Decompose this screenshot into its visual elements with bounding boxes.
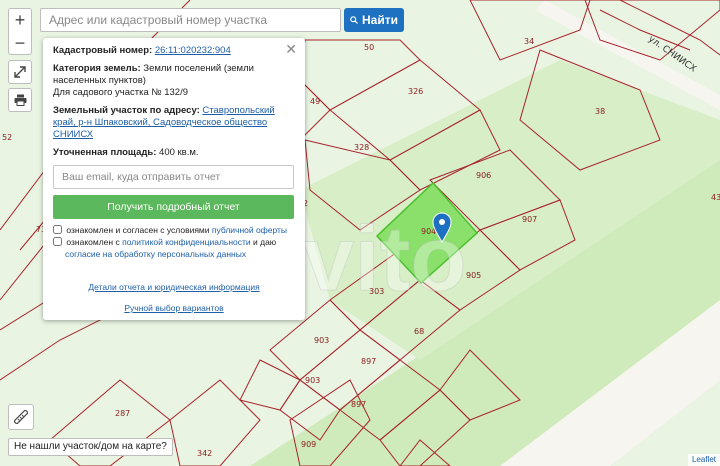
area-label: Уточненная площадь: (53, 147, 157, 158)
details-link[interactable]: Детали отчета и юридическая информация (88, 282, 259, 292)
parcel-label: 903 (314, 336, 329, 345)
parcel-info-popup: ✕ Кадастровый номер: 26:11:020232:904 Ка… (43, 38, 305, 320)
category-label: Категория земель: (53, 63, 141, 74)
parcel-label: 897 (351, 400, 366, 409)
cadastral-label: Кадастровый номер: (53, 45, 153, 56)
plus-icon: + (14, 10, 26, 30)
offer-text: ознакомлен и согласен с условиями (66, 225, 210, 235)
privacy-agreement: ознакомлен с политикой конфиденциальност… (53, 236, 298, 260)
parcel-label: 52 (2, 133, 12, 142)
cadastral-number-link[interactable]: 26:11:020232:904 (155, 45, 231, 56)
category-row: Категория земель: Земли поселений (земли… (53, 63, 295, 99)
parcel-label: 38 (595, 107, 605, 116)
search-button[interactable]: Найти (344, 8, 404, 32)
address-label: Земельный участок по адресу: (53, 105, 200, 116)
print-button[interactable] (8, 88, 32, 112)
area-row: Уточненная площадь: 400 кв.м. (53, 147, 295, 159)
close-icon[interactable]: ✕ (285, 41, 297, 58)
map-attribution: Leaflet (687, 454, 720, 466)
details-link-row: Детали отчета и юридическая информация (43, 282, 305, 292)
parcel-label: 905 (466, 271, 481, 280)
parcel-label: 34 (524, 37, 534, 46)
privacy-text-2: и даю (253, 237, 277, 247)
address-search-input[interactable] (40, 8, 341, 32)
parcel-label: 49 (310, 97, 320, 106)
privacy-text: ознакомлен с (66, 237, 120, 247)
parcel-label: 68 (414, 327, 424, 336)
parcel-label: 303 (369, 287, 384, 296)
parcel-label: 909 (301, 440, 316, 449)
zoom-in-button[interactable]: + (8, 8, 32, 32)
parcel-label: 50 (364, 43, 374, 52)
offer-link[interactable]: публичной оферты (212, 225, 287, 235)
minus-icon: − (14, 32, 26, 53)
parcel-label: 287 (115, 409, 130, 418)
parcel-label: 903 (305, 376, 320, 385)
privacy-link[interactable]: политикой конфиденциальности (122, 237, 251, 247)
manual-selection-link[interactable]: Ручной выбор вариантов (124, 303, 223, 313)
cadastral-row: Кадастровый номер: 26:11:020232:904 (53, 45, 295, 57)
parcel-label: 326 (408, 87, 423, 96)
ruler-icon (14, 410, 28, 424)
zoom-out-button[interactable]: − (8, 31, 32, 55)
offer-checkbox[interactable] (53, 225, 62, 234)
manual-link-row: Ручной выбор вариантов (43, 303, 305, 313)
printer-icon (14, 94, 26, 106)
search-icon (350, 16, 358, 24)
consent-link[interactable]: согласие на обработку персональных данны… (53, 249, 246, 259)
purpose-value: Для садового участка № 132/9 (53, 87, 188, 98)
fullscreen-button[interactable] (8, 60, 32, 84)
parcel-label: 43 (711, 193, 720, 202)
offer-agreement: ознакомлен и согласен с условиями публич… (53, 224, 298, 236)
parcel-label: 897 (361, 357, 376, 366)
not-found-button[interactable]: Не нашли участок/дом на карте? (8, 438, 173, 456)
parcel-label: 328 (354, 143, 369, 152)
search-button-label: Найти (362, 13, 398, 27)
expand-icon (14, 66, 26, 78)
ruler-button[interactable] (8, 404, 34, 430)
parcel-label: 906 (476, 171, 491, 180)
parcel-label: 907 (522, 215, 537, 224)
address-row: Земельный участок по адресу: Ставропольс… (53, 105, 295, 141)
parcel-label: 342 (197, 449, 212, 458)
email-field[interactable] (53, 165, 294, 189)
get-report-button[interactable]: Получить подробный отчет (53, 195, 294, 219)
privacy-checkbox[interactable] (53, 237, 62, 246)
leaflet-link[interactable]: Leaflet (692, 455, 716, 464)
area-value: 400 кв.м. (159, 147, 199, 158)
